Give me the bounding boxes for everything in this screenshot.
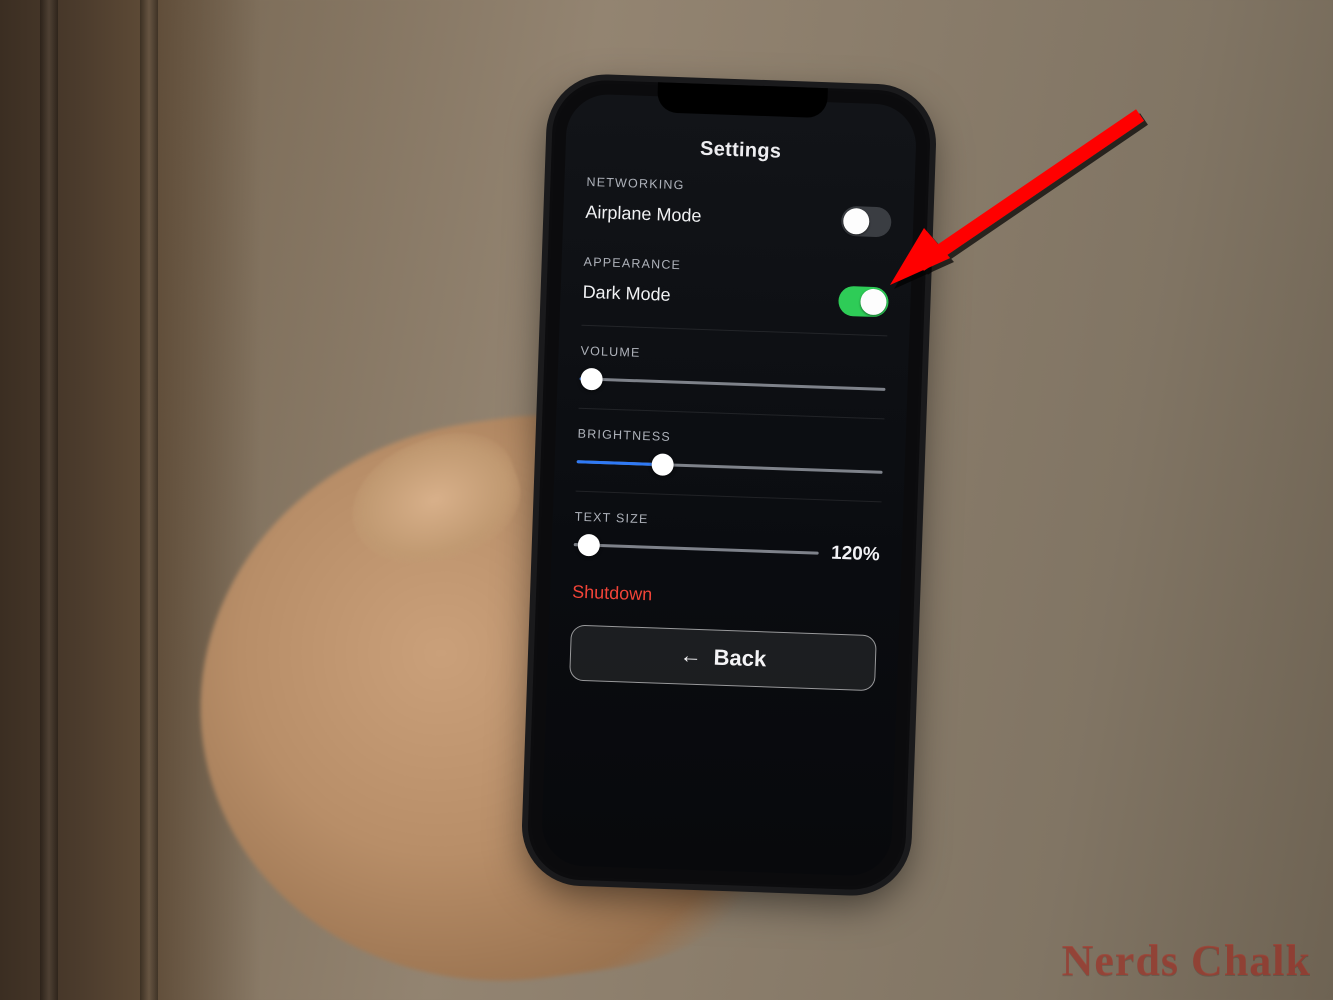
slider-thumb[interactable]	[580, 368, 603, 391]
dark-mode-label: Dark Mode	[582, 281, 671, 305]
slider-thumb[interactable]	[651, 453, 674, 476]
shutdown-button[interactable]: Shutdown	[572, 582, 879, 614]
section-header-brightness: BRIGHTNESS	[577, 427, 883, 452]
phone-notch	[657, 82, 828, 118]
divider	[579, 408, 885, 420]
airplane-mode-toggle[interactable]	[841, 206, 892, 238]
slider-track	[580, 377, 886, 391]
back-button[interactable]: ← Back	[569, 625, 877, 692]
section-header-appearance: APPEARANCE	[583, 255, 889, 280]
section-header-networking: NETWORKING	[586, 175, 892, 200]
slider-thumb[interactable]	[577, 534, 600, 557]
settings-screen: Settings NETWORKING Airplane Mode APPEAR…	[541, 93, 918, 877]
page-title: Settings	[587, 134, 894, 168]
back-button-label: Back	[713, 645, 766, 673]
text-size-slider[interactable]	[573, 534, 819, 565]
divider	[576, 491, 882, 503]
text-size-value: 120%	[831, 543, 880, 567]
arrow-left-icon: ←	[679, 642, 702, 669]
slider-track	[574, 543, 819, 555]
watermark: Nerds Chalk	[1062, 935, 1311, 986]
phone-device-frame: Settings NETWORKING Airplane Mode APPEAR…	[526, 79, 932, 892]
dark-mode-row: Dark Mode	[582, 277, 889, 318]
background-curtain	[0, 0, 260, 1000]
dark-mode-toggle[interactable]	[838, 286, 889, 318]
slider-fill	[577, 460, 663, 466]
divider	[581, 325, 887, 337]
toggle-knob	[843, 208, 870, 235]
airplane-mode-row: Airplane Mode	[585, 197, 892, 238]
section-header-volume: VOLUME	[580, 344, 886, 369]
toggle-knob	[860, 288, 887, 315]
volume-slider[interactable]	[579, 368, 886, 401]
airplane-mode-label: Airplane Mode	[585, 201, 702, 226]
section-header-text-size: TEXT SIZE	[575, 510, 881, 535]
brightness-slider[interactable]	[576, 451, 883, 484]
